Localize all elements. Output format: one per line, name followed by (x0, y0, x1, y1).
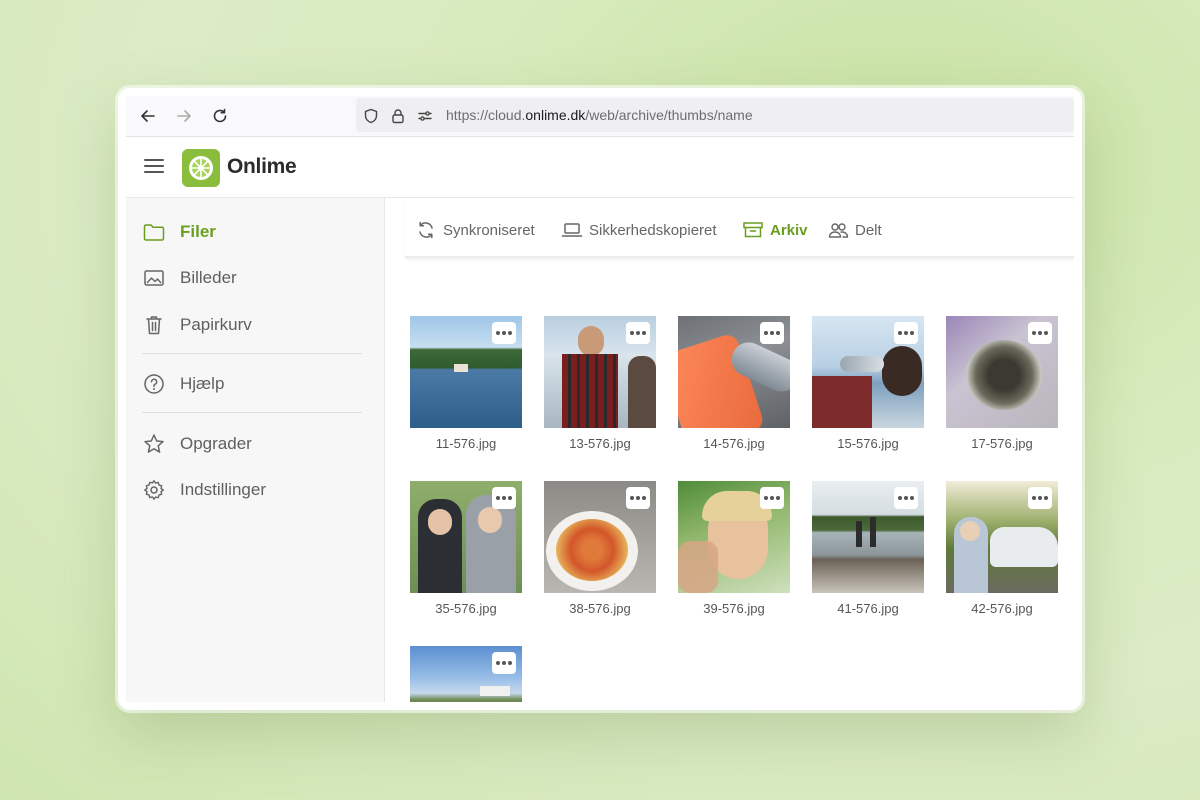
file-name: 14-576.jpg (703, 436, 765, 451)
sidebar-divider (142, 353, 362, 354)
app-name[interactable]: Onlime (227, 155, 297, 179)
back-button[interactable] (138, 106, 158, 126)
file-thumbnail[interactable] (410, 646, 522, 702)
permissions-icon[interactable] (416, 107, 434, 125)
tab-sikkerhedskopieret[interactable]: Sikkerhedskopieret (561, 218, 717, 242)
photo-man-boat[interactable] (544, 316, 656, 428)
file-thumbnail[interactable]: 42-576.jpg (946, 481, 1058, 616)
tab-label: Synkroniseret (443, 221, 535, 239)
sidebar-item-label: Filer (180, 222, 216, 241)
browser-toolbar: https://cloud.onlime.dk/web/archive/thum… (126, 96, 1074, 137)
sync-icon (415, 219, 437, 241)
photo-fish-kiss[interactable] (812, 316, 924, 428)
file-thumbnail[interactable]: 13-576.jpg (544, 316, 656, 451)
more-options-button[interactable] (894, 322, 918, 344)
url-text[interactable]: https://cloud.onlime.dk/web/archive/thum… (446, 107, 753, 123)
file-name: 11-576.jpg (435, 436, 497, 451)
logo-icon[interactable] (182, 149, 220, 187)
file-name: 13-576.jpg (569, 436, 631, 451)
more-options-button[interactable] (1028, 322, 1052, 344)
sidebar-item-label: Opgrader (180, 434, 252, 453)
photo-pizza[interactable] (544, 481, 656, 593)
url-prefix: https://cloud. (446, 107, 526, 123)
sidebar-item-label: Indstillinger (180, 480, 266, 499)
sidebar-item-label: Papirkurv (180, 315, 252, 334)
photo-girl-car[interactable] (946, 481, 1058, 593)
users-icon (827, 219, 849, 241)
sidebar-item-opgrader[interactable]: Opgrader (142, 429, 252, 459)
more-options-button[interactable] (1028, 487, 1052, 509)
tab-label: Sikkerhedskopieret (589, 221, 717, 239)
tab-label: Arkiv (770, 221, 808, 239)
help-icon (142, 372, 166, 396)
file-name: 42-576.jpg (971, 601, 1033, 616)
app-header: Onlime (126, 137, 1074, 198)
folder-icon (142, 220, 166, 244)
more-options-button[interactable] (894, 487, 918, 509)
file-thumbnail[interactable]: 38-576.jpg (544, 481, 656, 616)
archive-icon (742, 219, 764, 241)
file-name: 39-576.jpg (703, 601, 765, 616)
sidebar-item-indstillinger[interactable]: Indstillinger (142, 475, 266, 505)
photo-mussels-jar[interactable] (946, 316, 1058, 428)
file-thumbnail[interactable]: 35-576.jpg (410, 481, 522, 616)
sidebar-item-papirkurv[interactable]: Papirkurv (142, 310, 252, 340)
file-thumbnail[interactable]: 39-576.jpg (678, 481, 790, 616)
photo-lakeshore[interactable] (812, 481, 924, 593)
sidebar-item-label: Hjælp (180, 374, 225, 393)
shield-icon[interactable] (362, 107, 380, 125)
url-bar[interactable]: https://cloud.onlime.dk/web/archive/thum… (356, 98, 1074, 132)
arrow-left-icon (141, 110, 155, 122)
photo-coast[interactable] (410, 646, 522, 702)
tab-arkiv[interactable]: Arkiv (742, 218, 808, 242)
photo-lake[interactable] (410, 316, 522, 428)
more-options-button[interactable] (492, 322, 516, 344)
tab-label: Delt (855, 221, 882, 239)
more-options-button[interactable] (626, 322, 650, 344)
url-domain: onlime.dk (525, 107, 586, 123)
trash-icon (142, 313, 166, 337)
lock-icon[interactable] (389, 107, 407, 125)
more-options-button[interactable] (626, 487, 650, 509)
file-name: 38-576.jpg (569, 601, 631, 616)
more-options-button[interactable] (760, 322, 784, 344)
tab-bar: Synkroniseret Sikkerhedskopieret Arkiv D… (405, 198, 1074, 258)
laptop-icon (561, 219, 583, 241)
browser-window: https://cloud.onlime.dk/web/archive/thum… (118, 88, 1082, 710)
file-name: 15-576.jpg (837, 436, 899, 451)
more-options-button[interactable] (492, 487, 516, 509)
star-icon (142, 432, 166, 456)
sidebar-item-billeder[interactable]: Billeder (142, 263, 237, 293)
file-name: 17-576.jpg (971, 436, 1033, 451)
tab-synkroniseret[interactable]: Synkroniseret (415, 218, 535, 242)
arrow-right-icon (177, 110, 191, 122)
tab-delt[interactable]: Delt (827, 218, 882, 242)
file-thumbnail[interactable]: 17-576.jpg (946, 316, 1058, 451)
more-options-button[interactable] (492, 652, 516, 674)
gear-icon (142, 478, 166, 502)
reload-icon (213, 108, 227, 123)
image-icon (142, 266, 166, 290)
sidebar: Filer Billeder Papirkurv Hjælp Opgrader … (126, 198, 385, 702)
sidebar-divider (142, 412, 362, 413)
sidebar-item-hjaelp[interactable]: Hjælp (142, 369, 224, 399)
forward-button[interactable] (174, 106, 194, 126)
file-thumbnail[interactable]: 41-576.jpg (812, 481, 924, 616)
reload-button[interactable] (210, 106, 230, 126)
file-thumbnail[interactable]: 14-576.jpg (678, 316, 790, 451)
main-content: Synkroniseret Sikkerhedskopieret Arkiv D… (385, 198, 1074, 702)
file-name: 35-576.jpg (435, 601, 497, 616)
url-path: /web/archive/thumbs/name (585, 107, 753, 123)
file-name: 41-576.jpg (837, 601, 899, 616)
sidebar-item-filer[interactable]: Filer (142, 217, 216, 247)
file-thumbnail[interactable]: 11-576.jpg (410, 316, 522, 451)
more-options-button[interactable] (760, 487, 784, 509)
photo-child-smile[interactable] (678, 481, 790, 593)
photo-salmon[interactable] (678, 316, 790, 428)
sidebar-item-label: Billeder (180, 268, 237, 287)
file-thumbnail[interactable]: 15-576.jpg (812, 316, 924, 451)
photo-two-kids[interactable] (410, 481, 522, 593)
menu-icon[interactable] (144, 159, 164, 175)
